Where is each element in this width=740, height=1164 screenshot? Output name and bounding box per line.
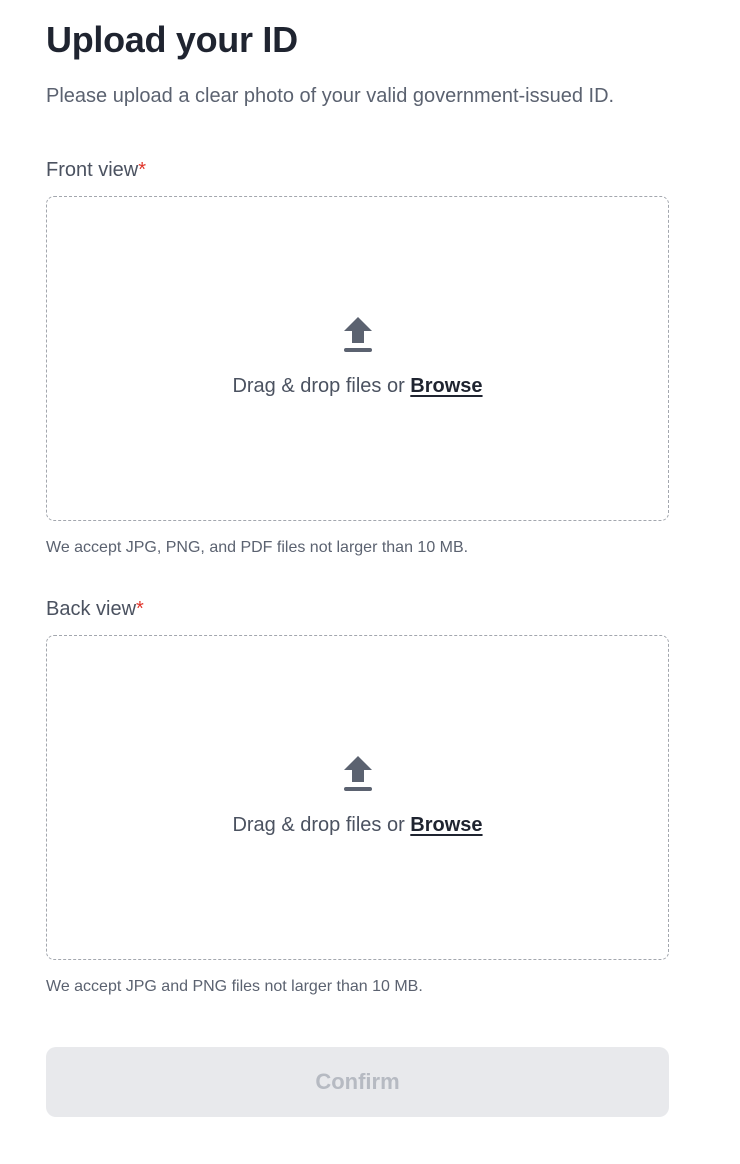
front-view-dropzone[interactable]: Drag & drop files or Browse bbox=[46, 196, 669, 521]
browse-link[interactable]: Browse bbox=[410, 375, 482, 397]
upload-icon bbox=[342, 315, 374, 355]
confirm-button[interactable]: Confirm bbox=[46, 1047, 669, 1117]
upload-id-page: Upload your ID Please upload a clear pho… bbox=[0, 0, 740, 1164]
dropzone-content: Drag & drop files or Browse bbox=[47, 315, 668, 400]
front-view-label: Front view* bbox=[46, 156, 146, 184]
front-view-help-text: We accept JPG, PNG, and PDF files not la… bbox=[46, 539, 469, 556]
back-view-label: Back view* bbox=[46, 595, 144, 623]
upload-icon bbox=[342, 754, 374, 794]
dropzone-content: Drag & drop files or Browse bbox=[47, 754, 668, 839]
browse-link[interactable]: Browse bbox=[410, 814, 482, 836]
back-view-help-text: We accept JPG and PNG files not larger t… bbox=[46, 978, 423, 995]
drop-instruction: Drag & drop files or bbox=[232, 814, 405, 836]
front-view-label-text: Front view bbox=[46, 159, 139, 181]
page-title: Upload your ID bbox=[46, 19, 298, 60]
back-view-label-text: Back view bbox=[46, 598, 137, 620]
page-subtitle: Please upload a clear photo of your vali… bbox=[46, 85, 615, 107]
back-view-dropzone[interactable]: Drag & drop files or Browse bbox=[46, 635, 669, 960]
drop-instruction: Drag & drop files or bbox=[232, 375, 405, 397]
required-marker: * bbox=[138, 159, 147, 181]
required-marker: * bbox=[136, 598, 144, 620]
dropzone-text: Drag & drop files or Browse bbox=[47, 372, 668, 400]
dropzone-text: Drag & drop files or Browse bbox=[47, 811, 668, 839]
